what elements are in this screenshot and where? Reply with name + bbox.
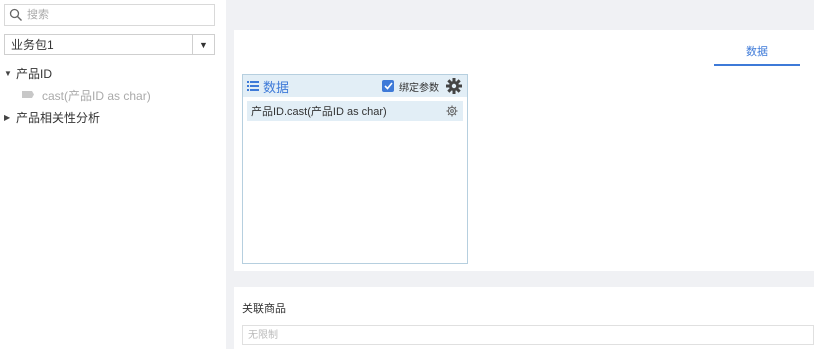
related-products-section: 关联商品 (234, 287, 814, 349)
chevron-down-icon[interactable]: ▼ (192, 35, 214, 54)
search-box[interactable] (4, 4, 215, 26)
tree-node-label: cast(产品ID as char) (42, 88, 151, 103)
tree-node-label: 产品相关性分析 (16, 110, 101, 125)
tree-node-cast-field[interactable]: cast(产品ID as char) (4, 84, 224, 106)
related-products-input[interactable] (242, 325, 814, 345)
package-select-value: 业务包1 (11, 38, 54, 52)
bind-params-label: 绑定参数 (399, 82, 439, 94)
field-icon (22, 90, 42, 100)
data-box-header: 数据 绑定参数 (243, 75, 467, 97)
data-field-label: 产品ID.cast(产品ID as char) (251, 106, 387, 118)
data-field-item[interactable]: 产品ID.cast(产品ID as char) (247, 101, 463, 121)
collapsed-triangle-icon[interactable]: ▶ (4, 113, 16, 122)
settings-gear-icon[interactable] (445, 104, 459, 118)
data-box-title: 数据 (263, 79, 290, 95)
gear-icon[interactable] (445, 77, 463, 95)
data-drop-box[interactable]: 数据 绑定参数 产品ID.cast(产品ID as char) (242, 74, 468, 264)
expanded-triangle-icon[interactable]: ▼ (4, 69, 16, 78)
main-area: 数据 数据 绑定参数 产品ID.cast(产品ID as char) 关联商品 … (226, 0, 814, 349)
tab-data-label: 数据 (746, 46, 768, 58)
tab-data[interactable]: 数据 (714, 40, 800, 66)
list-icon (247, 81, 263, 91)
tree-node-label: 产品ID (16, 66, 53, 81)
data-panel: 数据 数据 绑定参数 产品ID.cast(产品ID as char) (234, 30, 814, 271)
search-input[interactable] (27, 6, 207, 24)
field-tree: ▼ 产品ID cast(产品ID as char) ▶ 产品相关性分析 (4, 62, 224, 128)
package-select[interactable]: 业务包1 ▼ (4, 34, 215, 55)
tree-node-product-id[interactable]: ▼ 产品ID (4, 62, 224, 84)
search-icon (5, 5, 27, 25)
sidebar: 业务包1 ▼ ▼ 产品ID cast(产品ID as char) ▶ 产品相关性… (0, 0, 226, 349)
related-products-title: 关联商品 (242, 303, 286, 315)
tree-node-product-analysis[interactable]: ▶ 产品相关性分析 (4, 106, 224, 128)
tab-active-underline (714, 64, 800, 66)
bind-params-checkbox[interactable] (382, 80, 394, 92)
